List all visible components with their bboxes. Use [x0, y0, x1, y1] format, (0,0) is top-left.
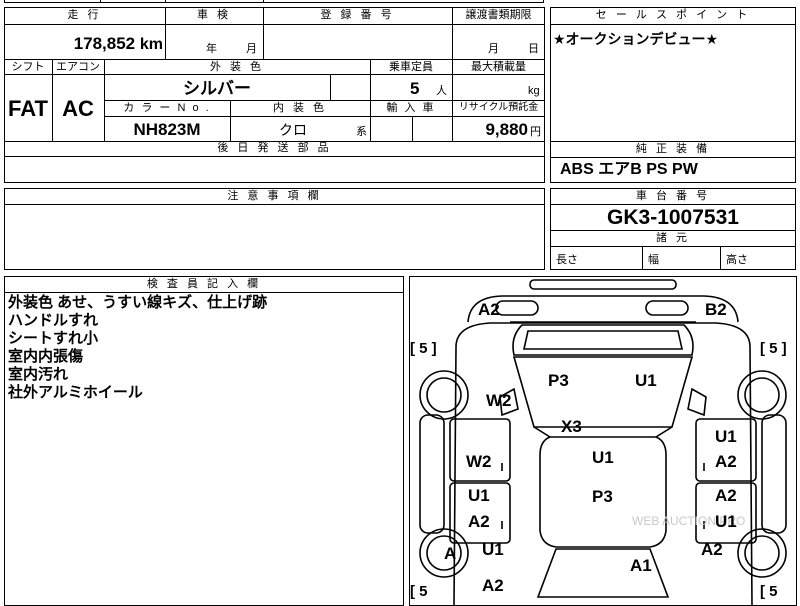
remark-line: シートすれ小	[8, 330, 99, 347]
chassis-number-value: GK3-1007531	[607, 206, 739, 229]
sales-point-text: ★オークションデビュー★	[553, 31, 719, 47]
load-unit: kg	[528, 85, 540, 97]
remark-line: 室内汚れ	[8, 366, 69, 383]
front-right-light	[645, 300, 689, 316]
remark-line: ハンドルすれ	[8, 312, 99, 329]
inspection-year-suffix: 年	[206, 43, 217, 55]
shift-header: シフト	[11, 61, 45, 73]
sales-point-header: セ ー ル ス ポ イ ン ト	[595, 9, 751, 21]
mark-a2-top-left: A2	[478, 300, 500, 319]
mark-a2-door-rr: A2	[715, 486, 737, 505]
mark-tire-fr: [ 5 ]	[760, 340, 787, 357]
mileage-header: 走 行	[67, 9, 102, 21]
mark-w2-door-fl: W2	[466, 452, 492, 471]
mark-tire-rl: [ 5	[410, 583, 428, 600]
mark-b2-top-right: B2	[705, 300, 727, 319]
remark-line: 社外アルミホイール	[8, 384, 143, 401]
import-header: 輸 入 車	[386, 102, 436, 114]
hood-inner	[523, 330, 683, 350]
mark-a2-door-fr: A2	[715, 452, 737, 471]
color-no-header: カ ラ ー N o .	[123, 102, 211, 114]
remark-line: 外装色 あせ、うすい線キズ、仕上げ跡	[8, 294, 268, 311]
door-left-front	[449, 418, 511, 482]
mark-tire-rr: [ 5	[760, 583, 778, 600]
transfer-deadline-header: 譲渡書類期限	[465, 9, 532, 21]
side-skirt-left	[419, 414, 445, 534]
recycle-header: リサイクル預託金	[458, 102, 539, 113]
dimensions-header: 諸 元	[655, 232, 691, 244]
mileage-value: 178,852 km	[20, 35, 163, 53]
mark-u1-door-rl: U1	[468, 486, 490, 505]
recycle-fee-value: 9,880	[485, 120, 528, 139]
mark-w2-fender-left: W2	[486, 391, 512, 410]
mileage-number: 178,852	[73, 34, 136, 53]
exterior-color-value: シルバー	[183, 79, 251, 98]
inspection-month-suffix: 月	[246, 43, 257, 55]
inspector-notes-header: 検 査 員 記 入 欄	[146, 278, 262, 290]
mark-u1-door-rr: U1	[715, 512, 737, 531]
mark-a2-rear-left: A2	[482, 576, 504, 595]
car-damage-diagram: WEB AUCTION PRO	[419, 279, 787, 605]
capacity-value: 5	[410, 79, 420, 98]
later-parts-field	[4, 156, 545, 183]
registration-header: 登 録 番 号	[320, 9, 395, 21]
capacity-header: 乗車定員	[389, 61, 433, 73]
side-skirt-right	[761, 414, 787, 534]
height-label: 高さ	[726, 254, 748, 266]
later-parts-header: 後 日 発 送 部 品	[217, 142, 332, 154]
right-mirror	[687, 387, 707, 417]
sales-point-box	[550, 7, 796, 142]
exterior-color-header: 外 装 色	[209, 61, 265, 73]
mark-p3-windshield: P3	[548, 371, 569, 390]
mark-u1-windshield: U1	[635, 371, 657, 390]
inspection-header: 車 検	[196, 9, 232, 21]
mark-u1-quarter-rl: U1	[482, 540, 504, 559]
standard-equipment-value: ABS エアB PS PW	[560, 161, 698, 178]
mark-a-wheel-rl: A	[444, 544, 457, 563]
aircon-value: AC	[62, 96, 94, 121]
width-label: 幅	[648, 254, 659, 266]
aircon-header: エアコン	[56, 61, 100, 73]
remark-line: 室内内張傷	[8, 348, 84, 365]
max-load-header: 最大積載量	[471, 61, 526, 73]
interior-suffix: 系	[356, 126, 367, 138]
standard-equipment-header: 純 正 装 備	[635, 143, 711, 155]
mark-x3-hood: X3	[561, 417, 582, 436]
capacity-unit: 人	[436, 85, 447, 97]
remarks-list: 外装色 あせ、うすい線キズ、仕上げ跡 ハンドルすれ シートすれ小 室内内張傷 室…	[8, 294, 267, 402]
front-left-light	[495, 300, 539, 316]
shift-value: FAT	[8, 96, 48, 121]
mark-a2-door-rl: A2	[468, 512, 490, 531]
transfer-month-suffix: 月	[488, 43, 499, 55]
recycle-unit: 円	[530, 126, 541, 138]
front-bumper-strip	[529, 279, 677, 290]
mark-a2-quarter-rr: A2	[701, 540, 723, 559]
transfer-day-suffix: 日	[528, 43, 539, 55]
length-label: 長さ	[556, 254, 578, 266]
mark-p3-roof: P3	[592, 487, 613, 506]
mark-tire-fl: [ 5 ]	[410, 340, 437, 357]
top-partial-row	[4, 0, 544, 3]
mileage-unit: km	[139, 36, 163, 53]
front-bumper-outline	[467, 295, 739, 323]
notes-header: 注 意 事 項 欄	[227, 190, 322, 202]
chassis-number-header: 車 台 番 号	[635, 190, 711, 202]
interior-color-value: クロ	[279, 122, 307, 138]
color-no-value: NH823M	[133, 120, 201, 139]
interior-color-header: 内 装 色	[272, 102, 328, 114]
windshield-outline	[512, 356, 694, 428]
mark-u1-roof: U1	[592, 448, 614, 467]
hood-outline	[512, 324, 694, 356]
mark-u1-door-fr: U1	[715, 427, 737, 446]
mark-a1-trunk: A1	[630, 556, 652, 575]
